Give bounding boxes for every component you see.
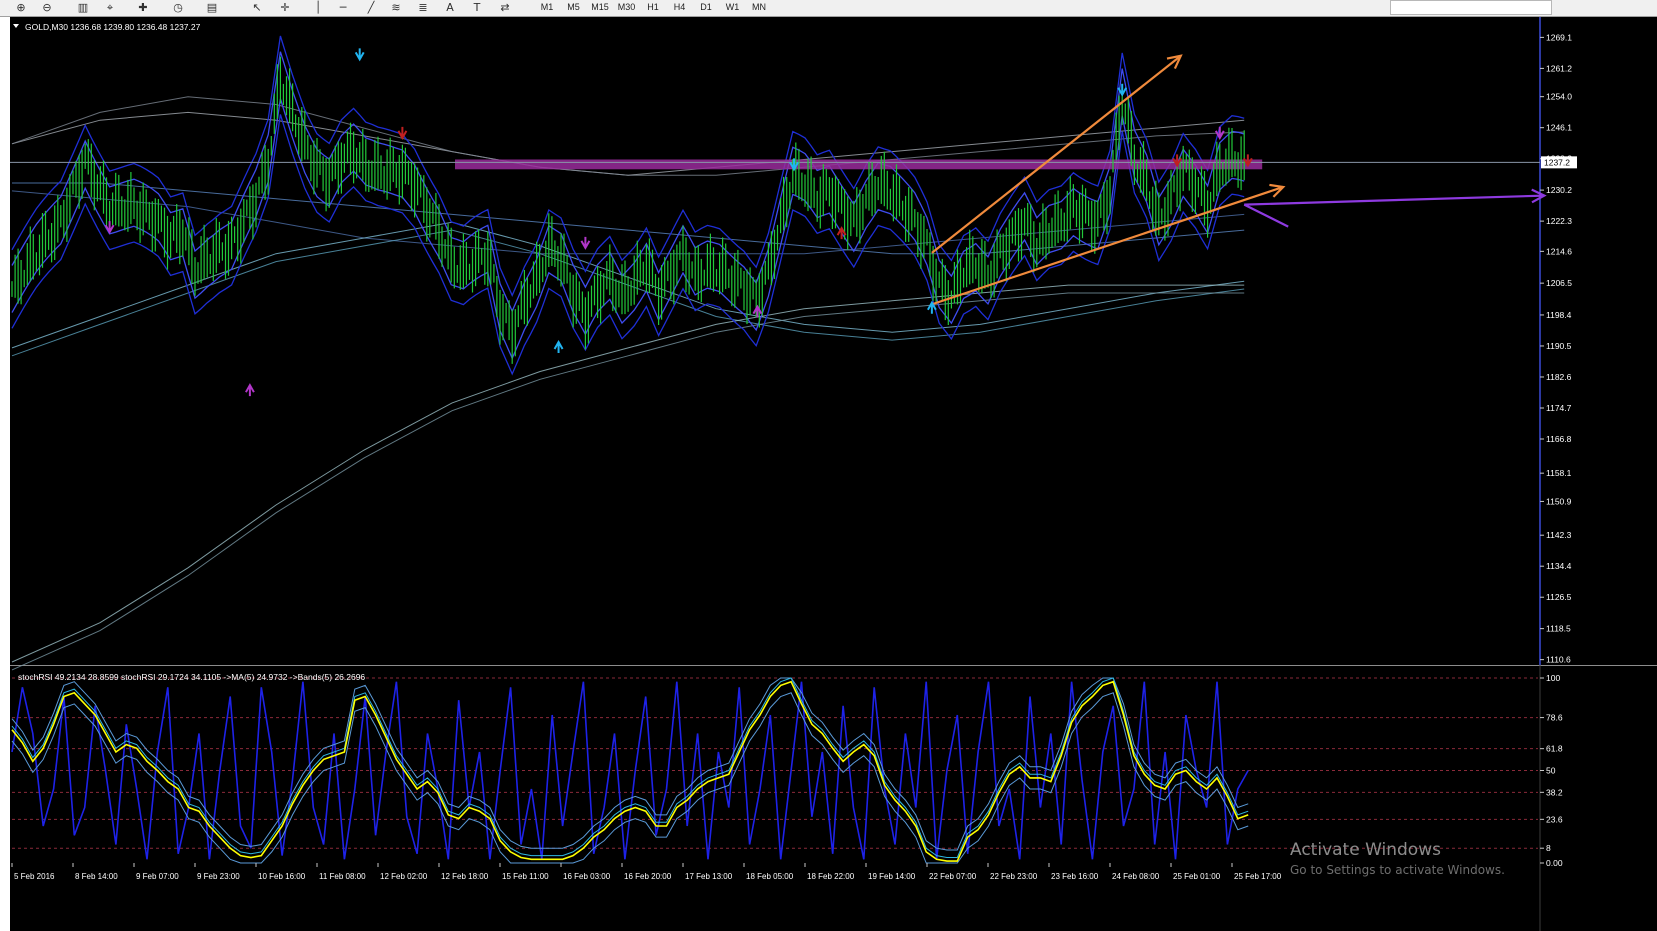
- price-tick-label: 1214.6: [1546, 246, 1572, 256]
- price-tick-label: 1206.5: [1546, 278, 1572, 288]
- price-tick-label: 1182.6: [1546, 372, 1572, 382]
- price-tick-label: 1246.1: [1546, 123, 1572, 133]
- search-input[interactable]: [1390, 0, 1552, 15]
- indicator-header: stochRSI 49.2134 28.8599 stochRSI 29.172…: [18, 672, 365, 682]
- zoom-out-icon[interactable]: ⊖: [38, 1, 56, 14]
- price-tick-label: 1174.7: [1546, 403, 1572, 413]
- timeframe-mn-button[interactable]: MN: [747, 0, 771, 14]
- chart-canvas: 1269.11261.21254.01246.11238.21230.21222…: [0, 17, 1657, 931]
- time-tick-label: 9 Feb 07:00: [136, 872, 179, 881]
- time-tick-label: 25 Feb 17:00: [1234, 872, 1282, 881]
- crosshair-cursor-icon[interactable]: ⌖: [101, 1, 119, 14]
- chart-toolbar: ⊕ ⊖ ▥ ⌖ ✚ ◷ ▤ ↖ ✛ │ ─ ╱ ≋ ≣ A T ⇄ M1 M5 M15 M30 H1 H4 D1 W1 MN: [0, 0, 1657, 17]
- time-tick-label: 22 Feb 07:00: [929, 872, 977, 881]
- template-icon[interactable]: ▤: [203, 1, 221, 14]
- time-tick-label: 22 Feb 23:00: [990, 872, 1038, 881]
- time-tick-label: 23 Feb 16:00: [1051, 872, 1099, 881]
- text-label-icon[interactable]: T: [468, 1, 486, 14]
- time-tick-label: 17 Feb 13:00: [685, 872, 733, 881]
- time-tick-label: 15 Feb 11:00: [502, 872, 549, 881]
- stochrsi-tick-label: 8: [1546, 843, 1551, 853]
- price-tick-label: 1118.5: [1546, 624, 1571, 634]
- time-tick-label: 19 Feb 14:00: [868, 872, 916, 881]
- watermark-title: Activate Windows: [1290, 840, 1441, 860]
- time-tick-label: 9 Feb 23:00: [197, 872, 240, 881]
- price-tick-label: 1261.2: [1546, 63, 1572, 73]
- resistance-zone: [455, 159, 1263, 170]
- price-tick-label: 1110.6: [1546, 655, 1571, 665]
- price-tick-label: 1126.5: [1546, 592, 1572, 602]
- zoom-in-icon[interactable]: ⊕: [12, 1, 30, 14]
- time-tick-label: 25 Feb 01:00: [1173, 872, 1221, 881]
- history-clock-icon[interactable]: ◷: [169, 1, 187, 14]
- price-tick-label: 1166.8: [1546, 434, 1572, 444]
- time-tick-label: 12 Feb 02:00: [380, 872, 428, 881]
- arrow-cursor-icon[interactable]: ↖: [248, 1, 266, 14]
- timeframe-h1-button[interactable]: H1: [641, 0, 665, 14]
- fibonacci-icon[interactable]: ≋: [387, 1, 405, 14]
- crosshair-icon[interactable]: ✛: [276, 1, 294, 14]
- time-tick-label: 5 Feb 2016: [14, 872, 55, 881]
- vertical-line-icon[interactable]: │: [309, 1, 327, 14]
- horizontal-line-icon[interactable]: ─: [334, 1, 352, 14]
- price-tick-label: 1150.9: [1546, 496, 1572, 506]
- price-tick-label: 1134.4: [1546, 561, 1572, 571]
- timeframe-h4-button[interactable]: H4: [668, 0, 692, 14]
- time-tick-label: 11 Feb 08:00: [319, 872, 366, 881]
- time-tick-label: 24 Feb 08:00: [1112, 872, 1160, 881]
- timeframe-w1-button[interactable]: W1: [721, 0, 745, 14]
- price-tick-label: 1222.3: [1546, 216, 1572, 226]
- price-tick-label: 1230.2: [1546, 185, 1572, 195]
- trendline-icon[interactable]: ╱: [362, 1, 380, 14]
- channel-icon[interactable]: ≣: [414, 1, 432, 14]
- time-tick-label: 18 Feb 22:00: [807, 872, 855, 881]
- stochrsi-tick-label: 23.6: [1546, 814, 1563, 824]
- time-tick-label: 8 Feb 14:00: [75, 872, 118, 881]
- time-tick-label: 12 Feb 18:00: [441, 872, 489, 881]
- price-tick-label: 1269.1: [1546, 32, 1572, 42]
- stochrsi-tick-label: 50: [1546, 766, 1556, 776]
- time-tick-label: 18 Feb 05:00: [746, 872, 794, 881]
- time-tick-label: 16 Feb 20:00: [624, 872, 672, 881]
- main-chart-header: GOLD,M30 1236.68 1239.80 1236.48 1237.27: [25, 22, 201, 32]
- price-tick-label: 1158.1: [1546, 468, 1572, 478]
- chart-background: [10, 17, 1540, 931]
- time-tick-label: 16 Feb 03:00: [563, 872, 611, 881]
- stochrsi-tick-label: 61.8: [1546, 744, 1563, 754]
- timeframe-d1-button[interactable]: D1: [694, 0, 718, 14]
- price-tick-label: 1254.0: [1546, 92, 1572, 102]
- stochrsi-tick-label: 100: [1546, 673, 1560, 683]
- new-order-icon[interactable]: ✚: [134, 1, 152, 14]
- arrows-icon[interactable]: ⇄: [496, 1, 514, 14]
- chart-bars-icon[interactable]: ▥: [74, 1, 92, 14]
- price-tick-label: 1190.5: [1546, 341, 1572, 351]
- watermark-subtitle: Go to Settings to activate Windows.: [1290, 863, 1505, 877]
- price-tick-label: 1142.3: [1546, 530, 1572, 540]
- timeframe-m15-button[interactable]: M15: [588, 0, 612, 14]
- text-icon[interactable]: A: [441, 1, 459, 14]
- price-tick-label: 1198.4: [1546, 310, 1572, 320]
- stochrsi-tick-label: 38.2: [1546, 787, 1563, 797]
- current-price-tag-label: 1237.2: [1544, 157, 1570, 167]
- timeframe-m30-button[interactable]: M30: [615, 0, 639, 14]
- timeframe-m1-button[interactable]: M1: [535, 0, 559, 14]
- timeframe-m5-button[interactable]: M5: [562, 0, 586, 14]
- stochrsi-tick-label: 0.00: [1546, 858, 1563, 868]
- stochrsi-tick-label: 78.6: [1546, 713, 1563, 723]
- time-tick-label: 10 Feb 16:00: [258, 872, 306, 881]
